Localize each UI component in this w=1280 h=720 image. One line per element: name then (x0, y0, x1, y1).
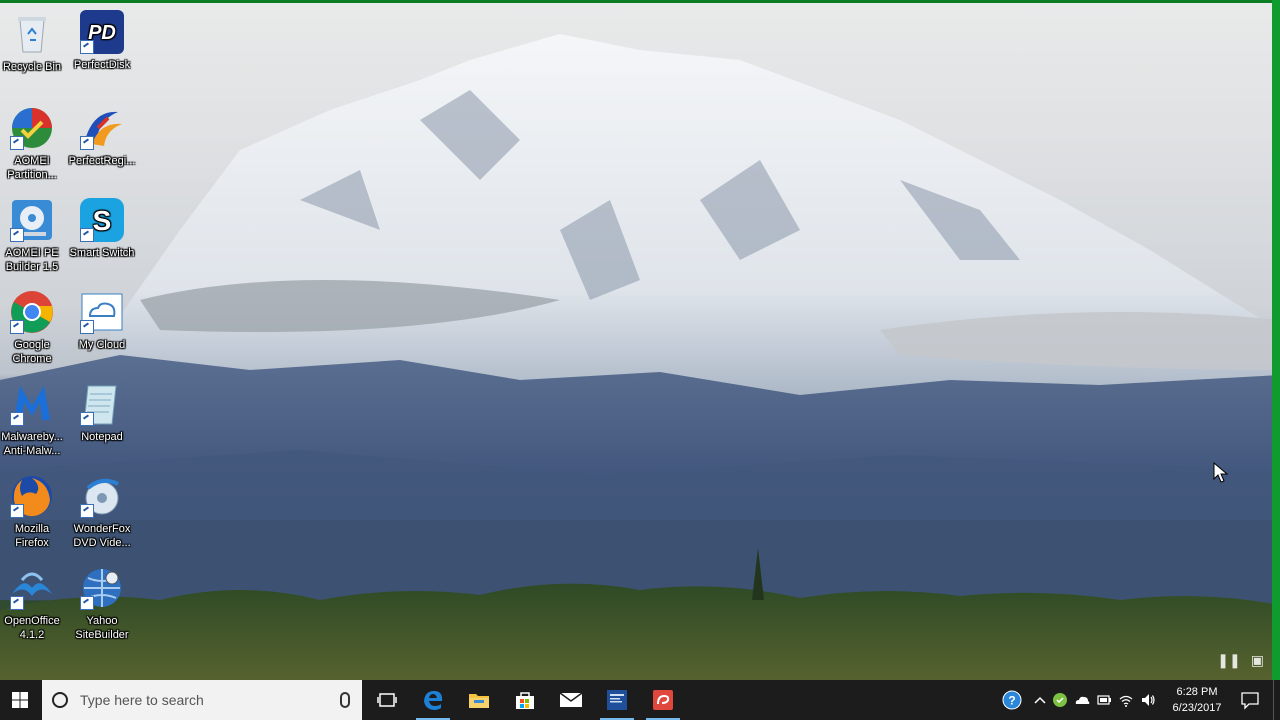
icon-label: AOMEI PE Builder 1.5 (5, 247, 59, 273)
chevron-up-icon[interactable] (1032, 692, 1048, 708)
desktop-icon-yahoo-sitebuilder[interactable]: Yahoo SiteBuilder (67, 564, 137, 642)
openoffice-icon (8, 564, 56, 612)
window-right-border (1272, 0, 1280, 680)
desktop-icon-aomei-pe-builder[interactable]: AOMEI PE Builder 1.5 (0, 196, 67, 274)
aomei-pe-builder-icon (8, 196, 56, 244)
icon-label: Notepad (81, 431, 123, 443)
search-box[interactable]: Type here to search (42, 680, 362, 720)
shortcut-arrow-icon (10, 412, 24, 426)
icon-label: WonderFox DVD Vide... (73, 523, 131, 549)
shortcut-arrow-icon (80, 412, 94, 426)
icon-label: PerfectDisk (73, 59, 131, 71)
desktop-icon-smart-switch[interactable]: S Smart Switch (67, 196, 137, 260)
desktop-icon-recycle-bin[interactable]: Recycle Bin (0, 10, 67, 74)
start-button[interactable] (0, 680, 40, 720)
snagit-icon (653, 690, 673, 710)
icon-label: Smart Switch (69, 247, 135, 259)
shortcut-arrow-icon (10, 320, 24, 334)
wallpaper-mountain (0, 34, 1280, 680)
clock-date: 6/23/2017 (1172, 702, 1222, 714)
shortcut-arrow-icon (80, 320, 94, 334)
shortcut-arrow-icon (80, 136, 94, 150)
perfectdisk-icon: PD (78, 8, 126, 56)
volume-icon[interactable] (1140, 692, 1156, 708)
task-view-icon (377, 693, 397, 707)
icon-label: Recycle Bin (2, 61, 62, 73)
yahoo-sitebuilder-icon (78, 564, 126, 612)
wifi-icon[interactable] (1118, 692, 1134, 708)
perfectregistry-icon (78, 104, 126, 152)
onedrive-cloud-icon[interactable] (1074, 692, 1090, 708)
clock-time: 6:28 PM (1176, 686, 1218, 698)
taskbar-snagit[interactable] (640, 680, 686, 720)
icon-label: Google Chrome (12, 339, 52, 365)
help-icon[interactable]: ? (1002, 690, 1022, 710)
desktop-icon-perfectdisk[interactable]: PD PerfectDisk (67, 8, 137, 72)
aomei-partition-icon (8, 104, 56, 152)
security-shield-icon[interactable] (1052, 692, 1068, 708)
taskbar-task-view[interactable] (364, 680, 410, 720)
microphone-icon[interactable] (340, 692, 350, 708)
desktop[interactable]: Recycle Bin PD PerfectDisk AOMEI Partiti… (0, 0, 1280, 680)
smart-switch-icon: S (78, 196, 126, 244)
mouse-cursor-icon (1213, 462, 1229, 483)
chrome-icon (8, 288, 56, 336)
battery-icon[interactable] (1096, 692, 1112, 708)
recycle-bin-icon (8, 10, 56, 58)
pause-icon[interactable]: ❚❚ (1217, 652, 1240, 672)
system-tray: ? 6:28 PM 6/23/2017 (990, 680, 1280, 720)
shortcut-arrow-icon (80, 40, 94, 54)
show-desktop-button[interactable] (1273, 680, 1280, 720)
store-icon (516, 692, 534, 709)
taskbar-file-explorer[interactable] (456, 680, 502, 720)
shortcut-arrow-icon (10, 228, 24, 242)
icon-label: My Cloud (78, 339, 126, 351)
shortcut-arrow-icon (10, 136, 24, 150)
cortana-icon (52, 692, 68, 708)
desktop-icon-my-cloud[interactable]: My Cloud (67, 288, 137, 352)
desktop-icon-perfectregistry[interactable]: PerfectRegi... (67, 104, 137, 168)
svg-text:?: ? (1008, 694, 1015, 708)
my-cloud-icon (78, 288, 126, 336)
taskbar: Type here to search ? 6:28 PM 6/23/2017 (0, 680, 1280, 720)
window-top-border (0, 0, 1280, 3)
news-icon (607, 690, 627, 710)
video-player-controls: ❚❚ ▣ (1217, 652, 1264, 672)
taskbar-mail[interactable] (548, 680, 594, 720)
shortcut-arrow-icon (80, 228, 94, 242)
icon-label: Mozilla Firefox (14, 523, 50, 549)
shortcut-arrow-icon (80, 596, 94, 610)
action-center-icon[interactable] (1240, 690, 1260, 710)
shortcut-arrow-icon (10, 504, 24, 518)
desktop-icon-notepad[interactable]: Notepad (67, 380, 137, 444)
firefox-icon (8, 472, 56, 520)
desktop-icon-openoffice[interactable]: OpenOffice 4.1.2 (0, 564, 67, 642)
desktop-icon-wonderfox[interactable]: WonderFox DVD Vide... (67, 472, 137, 550)
notepad-icon (78, 380, 126, 428)
taskbar-store[interactable] (502, 680, 548, 720)
clock[interactable]: 6:28 PM 6/23/2017 (1162, 684, 1232, 716)
desktop-icon-malwarebytes[interactable]: Malwareby... Anti-Malw... (0, 380, 67, 458)
shortcut-arrow-icon (10, 596, 24, 610)
edge-icon (424, 691, 443, 710)
taskbar-edge[interactable] (410, 680, 456, 720)
svg-text:S: S (93, 205, 112, 236)
icon-label: AOMEI Partition... (7, 155, 57, 181)
desktop-icon-google-chrome[interactable]: Google Chrome (0, 288, 67, 366)
desktop-icon-firefox[interactable]: Mozilla Firefox (0, 472, 67, 550)
malwarebytes-icon (8, 380, 56, 428)
icon-label: PerfectRegi... (68, 155, 136, 167)
icon-label: Yahoo SiteBuilder (75, 615, 129, 641)
screen-icon[interactable]: ▣ (1251, 652, 1264, 672)
wonderfox-icon (78, 472, 126, 520)
folder-icon (469, 694, 489, 708)
desktop-icon-aomei-partition[interactable]: AOMEI Partition... (0, 104, 67, 182)
windows-logo-icon (12, 692, 28, 708)
mail-icon (559, 692, 583, 707)
icon-label: OpenOffice 4.1.2 (4, 615, 60, 641)
taskbar-news-app[interactable] (594, 680, 640, 720)
icon-label: Malwareby... Anti-Malw... (1, 431, 63, 457)
shortcut-arrow-icon (80, 504, 94, 518)
search-placeholder: Type here to search (80, 692, 204, 708)
